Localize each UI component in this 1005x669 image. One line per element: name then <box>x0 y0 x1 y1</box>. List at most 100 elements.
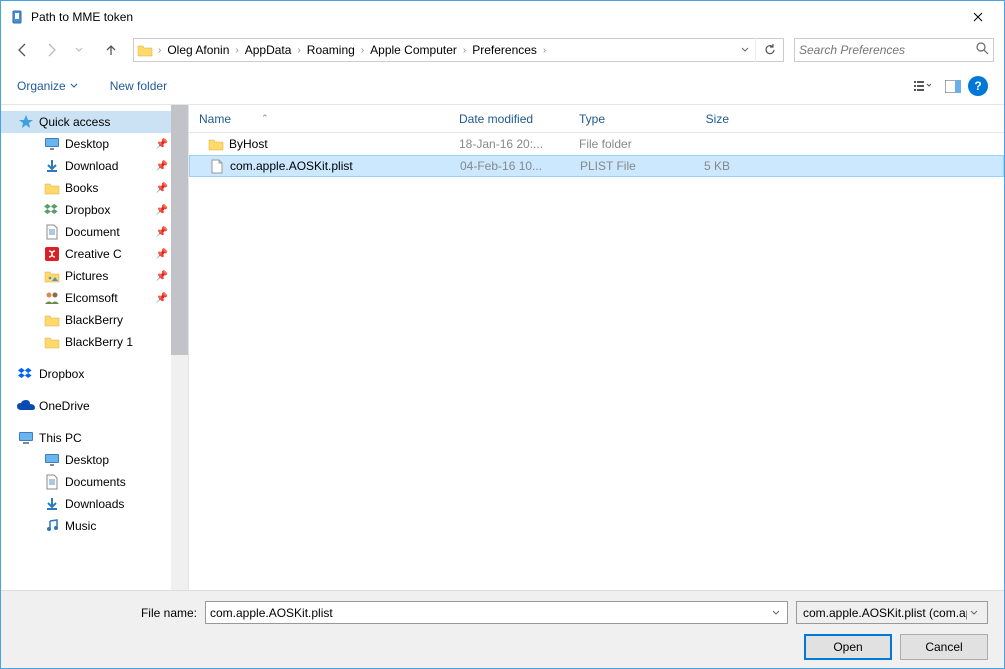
filetype-combo[interactable]: com.apple.AOSKit.plist (com.ap <box>796 601 988 624</box>
sidebar-item-label: Desktop <box>65 137 109 151</box>
breadcrumb-item[interactable]: Preferences <box>468 39 541 61</box>
sidebar-item[interactable]: Pictures📌 <box>1 265 188 287</box>
folder-icon <box>43 180 61 196</box>
sidebar-section[interactable]: This PC <box>1 427 188 449</box>
filename-dropdown-icon[interactable] <box>769 606 783 620</box>
dropbox-icon <box>43 202 61 218</box>
breadcrumb-item[interactable]: Oleg Afonin <box>163 39 233 61</box>
sidebar-item-label: Documents <box>65 475 126 489</box>
star-icon <box>17 114 35 130</box>
footer: File name: com.apple.AOSKit.plist (com.a… <box>1 590 1004 668</box>
chevron-right-icon[interactable]: › <box>541 45 548 56</box>
sidebar-item[interactable]: Books📌 <box>1 177 188 199</box>
sidebar-item[interactable]: Creative C📌 <box>1 243 188 265</box>
folder-icon <box>189 137 229 151</box>
file-type: PLIST File <box>570 159 670 173</box>
search-input[interactable] <box>799 43 976 57</box>
column-name[interactable]: Name ⌃ <box>189 105 449 132</box>
file-name: com.apple.AOSKit.plist <box>230 159 450 173</box>
sidebar-item[interactable]: Dropbox📌 <box>1 199 188 221</box>
file-dialog: Path to MME token › Oleg Afonin›AppData›… <box>0 0 1005 669</box>
desktop-icon <box>43 452 61 468</box>
sidebar-item[interactable]: Document📌 <box>1 221 188 243</box>
download-icon <box>43 158 61 174</box>
search-box[interactable] <box>794 38 994 62</box>
file-size: 5 KB <box>670 159 740 173</box>
pin-icon: 📌 <box>156 183 168 194</box>
forward-button[interactable] <box>39 38 63 62</box>
organize-label: Organize <box>17 79 66 93</box>
breadcrumb-item[interactable]: Apple Computer <box>366 39 461 61</box>
scrollbar-thumb[interactable] <box>171 105 188 355</box>
sidebar-section[interactable]: OneDrive <box>1 395 188 417</box>
pin-icon: 📌 <box>156 271 168 282</box>
toolbar: Organize New folder ? <box>1 68 1004 104</box>
sidebar-item[interactable]: Documents <box>1 471 188 493</box>
sidebar-item[interactable]: Elcomsoft📌 <box>1 287 188 309</box>
close-button[interactable] <box>955 3 1000 31</box>
filename-input[interactable] <box>210 606 769 620</box>
sidebar-item[interactable]: BlackBerry <box>1 309 188 331</box>
search-icon[interactable] <box>976 42 989 58</box>
chevron-right-icon[interactable]: › <box>295 45 302 56</box>
folder-icon <box>43 312 61 328</box>
people-icon <box>43 290 61 306</box>
column-name-label: Name <box>199 112 231 126</box>
folder-icon <box>43 334 61 350</box>
new-folder-button[interactable]: New folder <box>110 79 167 93</box>
sidebar-item[interactable]: Desktop <box>1 449 188 471</box>
sidebar-item[interactable]: BlackBerry 1 <box>1 331 188 353</box>
up-button[interactable] <box>99 38 123 62</box>
recent-dropdown-icon[interactable] <box>67 38 91 62</box>
navbar: › Oleg Afonin›AppData›Roaming›Apple Comp… <box>1 32 1004 68</box>
sidebar-section-label: This PC <box>39 431 82 445</box>
organize-button[interactable]: Organize <box>17 79 78 93</box>
sidebar-item[interactable]: Download📌 <box>1 155 188 177</box>
chevron-right-icon[interactable]: › <box>156 45 163 56</box>
filetype-dropdown-icon <box>967 606 981 620</box>
folder-icon <box>134 43 156 57</box>
file-list: Name ⌃ Date modified Type Size ByHost18-… <box>189 105 1004 590</box>
sidebar-item-label: Desktop <box>65 453 109 467</box>
cancel-button[interactable]: Cancel <box>900 634 988 660</box>
back-button[interactable] <box>11 38 35 62</box>
column-type[interactable]: Type <box>569 105 669 132</box>
sidebar-scrollbar[interactable] <box>171 105 188 590</box>
sidebar-item[interactable]: Desktop📌 <box>1 133 188 155</box>
sidebar-section-label: OneDrive <box>39 399 90 413</box>
sidebar-item[interactable]: Downloads <box>1 493 188 515</box>
sidebar-item[interactable]: Music <box>1 515 188 537</box>
view-options-button[interactable] <box>908 74 938 98</box>
pin-icon: 📌 <box>156 227 168 238</box>
file-date: 18-Jan-16 20:... <box>449 137 569 151</box>
breadcrumb-item[interactable]: AppData <box>241 39 296 61</box>
sidebar-section[interactable]: Dropbox <box>1 363 188 385</box>
pin-icon: 📌 <box>156 161 168 172</box>
file-icon <box>190 159 230 174</box>
preview-pane-button[interactable] <box>938 74 968 98</box>
address-dropdown-icon[interactable] <box>735 46 755 54</box>
titlebar: Path to MME token <box>1 1 1004 32</box>
breadcrumb-item[interactable]: Roaming <box>303 39 359 61</box>
filename-combo[interactable] <box>205 601 788 624</box>
file-row[interactable]: ByHost18-Jan-16 20:...File folder <box>189 133 1004 155</box>
filetype-text: com.apple.AOSKit.plist (com.ap <box>803 606 967 620</box>
window-title: Path to MME token <box>31 10 955 24</box>
chevron-right-icon[interactable]: › <box>233 45 240 56</box>
help-button[interactable]: ? <box>968 76 988 96</box>
refresh-button[interactable] <box>755 38 783 62</box>
column-headers: Name ⌃ Date modified Type Size <box>189 105 1004 133</box>
chevron-right-icon[interactable]: › <box>359 45 366 56</box>
pin-icon: 📌 <box>156 249 168 260</box>
document-icon <box>43 474 61 490</box>
column-date[interactable]: Date modified <box>449 105 569 132</box>
sidebar-item-label: Dropbox <box>65 203 110 217</box>
pin-icon: 📌 <box>156 293 168 304</box>
column-size[interactable]: Size <box>669 105 739 132</box>
file-row[interactable]: com.apple.AOSKit.plist04-Feb-16 10...PLI… <box>189 155 1004 177</box>
open-button[interactable]: Open <box>804 634 892 660</box>
address-bar[interactable]: › Oleg Afonin›AppData›Roaming›Apple Comp… <box>133 38 784 62</box>
chevron-right-icon[interactable]: › <box>461 45 468 56</box>
sidebar-section[interactable]: Quick access <box>1 111 188 133</box>
sidebar-item-label: Music <box>65 519 96 533</box>
